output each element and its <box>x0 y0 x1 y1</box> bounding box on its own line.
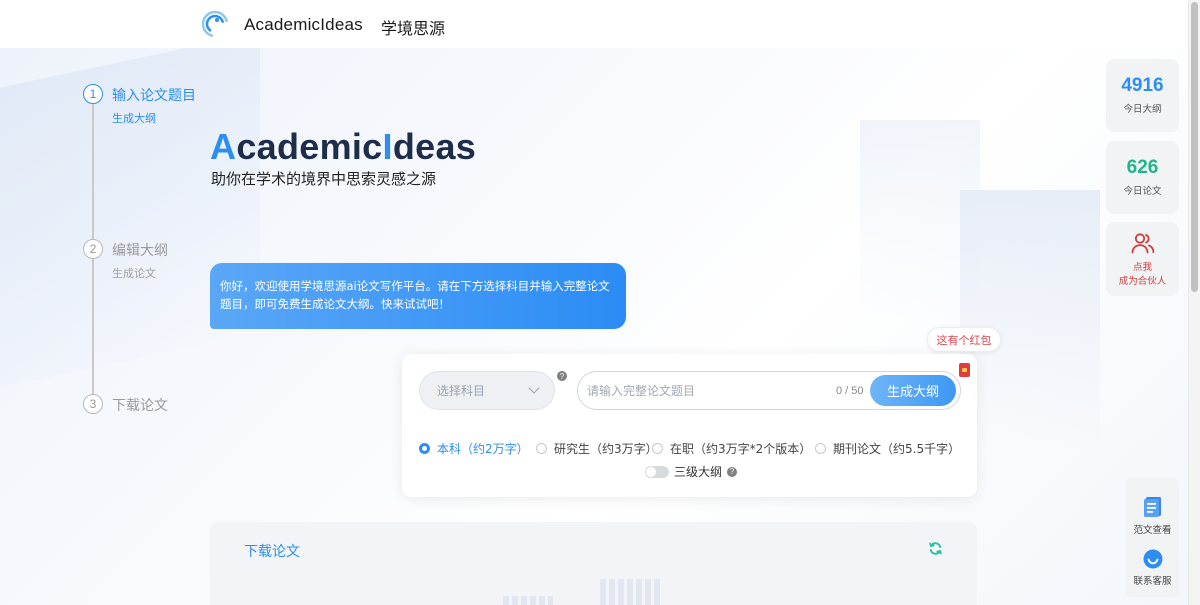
radio-in-service[interactable]: 在职（约3万字*2个版本） <box>652 440 811 457</box>
stat-label: 今日论文 <box>1123 186 1162 197</box>
scrollbar-thumb[interactable] <box>1191 2 1198 292</box>
generate-outline-button[interactable]: 生成大纲 <box>870 375 956 406</box>
step-number: 1 <box>83 84 103 104</box>
radio-dot <box>815 443 826 454</box>
step-subtitle: 生成大纲 <box>112 112 156 125</box>
top-header: AcademicIdeas 学境思源 <box>0 0 1188 48</box>
hero-title-accent: I <box>382 126 393 167</box>
stat-today-papers: 626 今日论文 <box>1106 141 1179 214</box>
radio-dot <box>536 443 547 454</box>
red-packet-tooltip[interactable]: 这有个红包 <box>927 327 1001 352</box>
subject-select-placeholder: 选择科目 <box>437 384 486 398</box>
paper-type-radio-group: 本科（约2万字） 研究生（约3万字） 在职（约3万字*2个版本） 期刊论文（约5… <box>419 440 979 456</box>
background-decoration <box>860 120 980 320</box>
three-level-outline-toggle[interactable] <box>645 465 669 478</box>
radio-graduate[interactable]: 研究生（约3万字） <box>536 440 658 457</box>
stat-label: 今日大纲 <box>1123 104 1162 115</box>
hero-title: AcademicIdeas <box>210 126 476 168</box>
stat-today-outlines: 4916 今日大纲 <box>1106 59 1179 132</box>
hero-title-accent: A <box>210 126 237 167</box>
background-decoration <box>503 596 553 605</box>
customer-service-icon <box>1143 549 1162 569</box>
step-number: 2 <box>83 239 103 259</box>
background-decoration <box>600 579 660 605</box>
radio-journal[interactable]: 期刊论文（约5.5千字） <box>815 440 960 457</box>
stat-value: 626 <box>1126 157 1159 178</box>
page-scrollbar[interactable] <box>1188 0 1200 605</box>
brand-name-en[interactable]: AcademicIdeas <box>244 15 363 35</box>
radio-undergraduate[interactable]: 本科（约2万字） <box>419 440 529 457</box>
toggle-label: 三级大纲 <box>674 465 723 479</box>
step-title: 输入论文题目 <box>112 88 196 104</box>
title-input-container: 0 / 50 生成大纲 <box>577 371 961 410</box>
download-paper-panel: 下载论文 <box>210 522 977 605</box>
partner-label-line2: 成为合伙人 <box>1118 276 1167 287</box>
download-panel-title: 下载论文 <box>244 544 300 560</box>
academicideas-logo-icon[interactable] <box>202 11 228 37</box>
help-icon[interactable]: ? <box>557 371 567 381</box>
document-icon <box>1143 497 1161 517</box>
hero-subtitle: 助你在学术的境界中思索灵感之源 <box>211 170 437 188</box>
radio-dot <box>652 443 663 454</box>
tool-label: 范文查看 <box>1133 525 1172 536</box>
become-partner-button[interactable]: 点我 成为合伙人 <box>1106 222 1179 296</box>
step-title: 下载论文 <box>112 398 168 414</box>
step-number: 3 <box>83 394 103 414</box>
brand-name-cn[interactable]: 学境思源 <box>381 15 445 39</box>
tool-label: 联系客服 <box>1133 576 1172 587</box>
welcome-message-bubble: 你好，欢迎使用学境思源ai论文写作平台。请在下方选择科目并输入完整论文题目，即可… <box>210 263 626 329</box>
char-count: 0 / 50 <box>836 385 864 397</box>
radio-label: 在职（约3万字*2个版本） <box>670 442 812 456</box>
partner-users-icon <box>1131 233 1155 254</box>
paper-title-input[interactable] <box>587 381 827 401</box>
view-sample-papers-button[interactable]: 范文查看 <box>1126 496 1179 536</box>
refresh-icon[interactable] <box>928 541 943 556</box>
side-tools-panel: 范文查看 联系客服 <box>1126 478 1179 597</box>
radio-label: 本科（约2万字） <box>437 442 529 456</box>
chevron-down-icon <box>528 382 540 394</box>
three-level-outline-row: 三级大纲 ? <box>645 463 738 480</box>
hero-title-text: deas <box>392 126 477 167</box>
partner-label-line1: 点我 <box>1132 262 1152 273</box>
red-packet-icon[interactable] <box>959 363 970 377</box>
background-decoration <box>960 190 1100 450</box>
radio-label: 研究生（约3万字） <box>554 442 658 456</box>
radio-label: 期刊论文（约5.5千字） <box>833 442 961 456</box>
hero-title-text: cademic <box>236 126 383 167</box>
radio-dot <box>419 443 430 454</box>
contact-support-button[interactable]: 联系客服 <box>1126 549 1179 587</box>
step-subtitle: 生成论文 <box>112 267 156 280</box>
subject-select[interactable]: 选择科目 <box>419 371 555 410</box>
stat-value: 4916 <box>1121 75 1164 96</box>
help-icon[interactable]: ? <box>727 466 738 477</box>
outline-generator-card: 选择科目 ? 0 / 50 生成大纲 本科（约2万字） 研究生（约3万字） 在职… <box>402 354 977 497</box>
step-title: 编辑大纲 <box>112 243 168 259</box>
